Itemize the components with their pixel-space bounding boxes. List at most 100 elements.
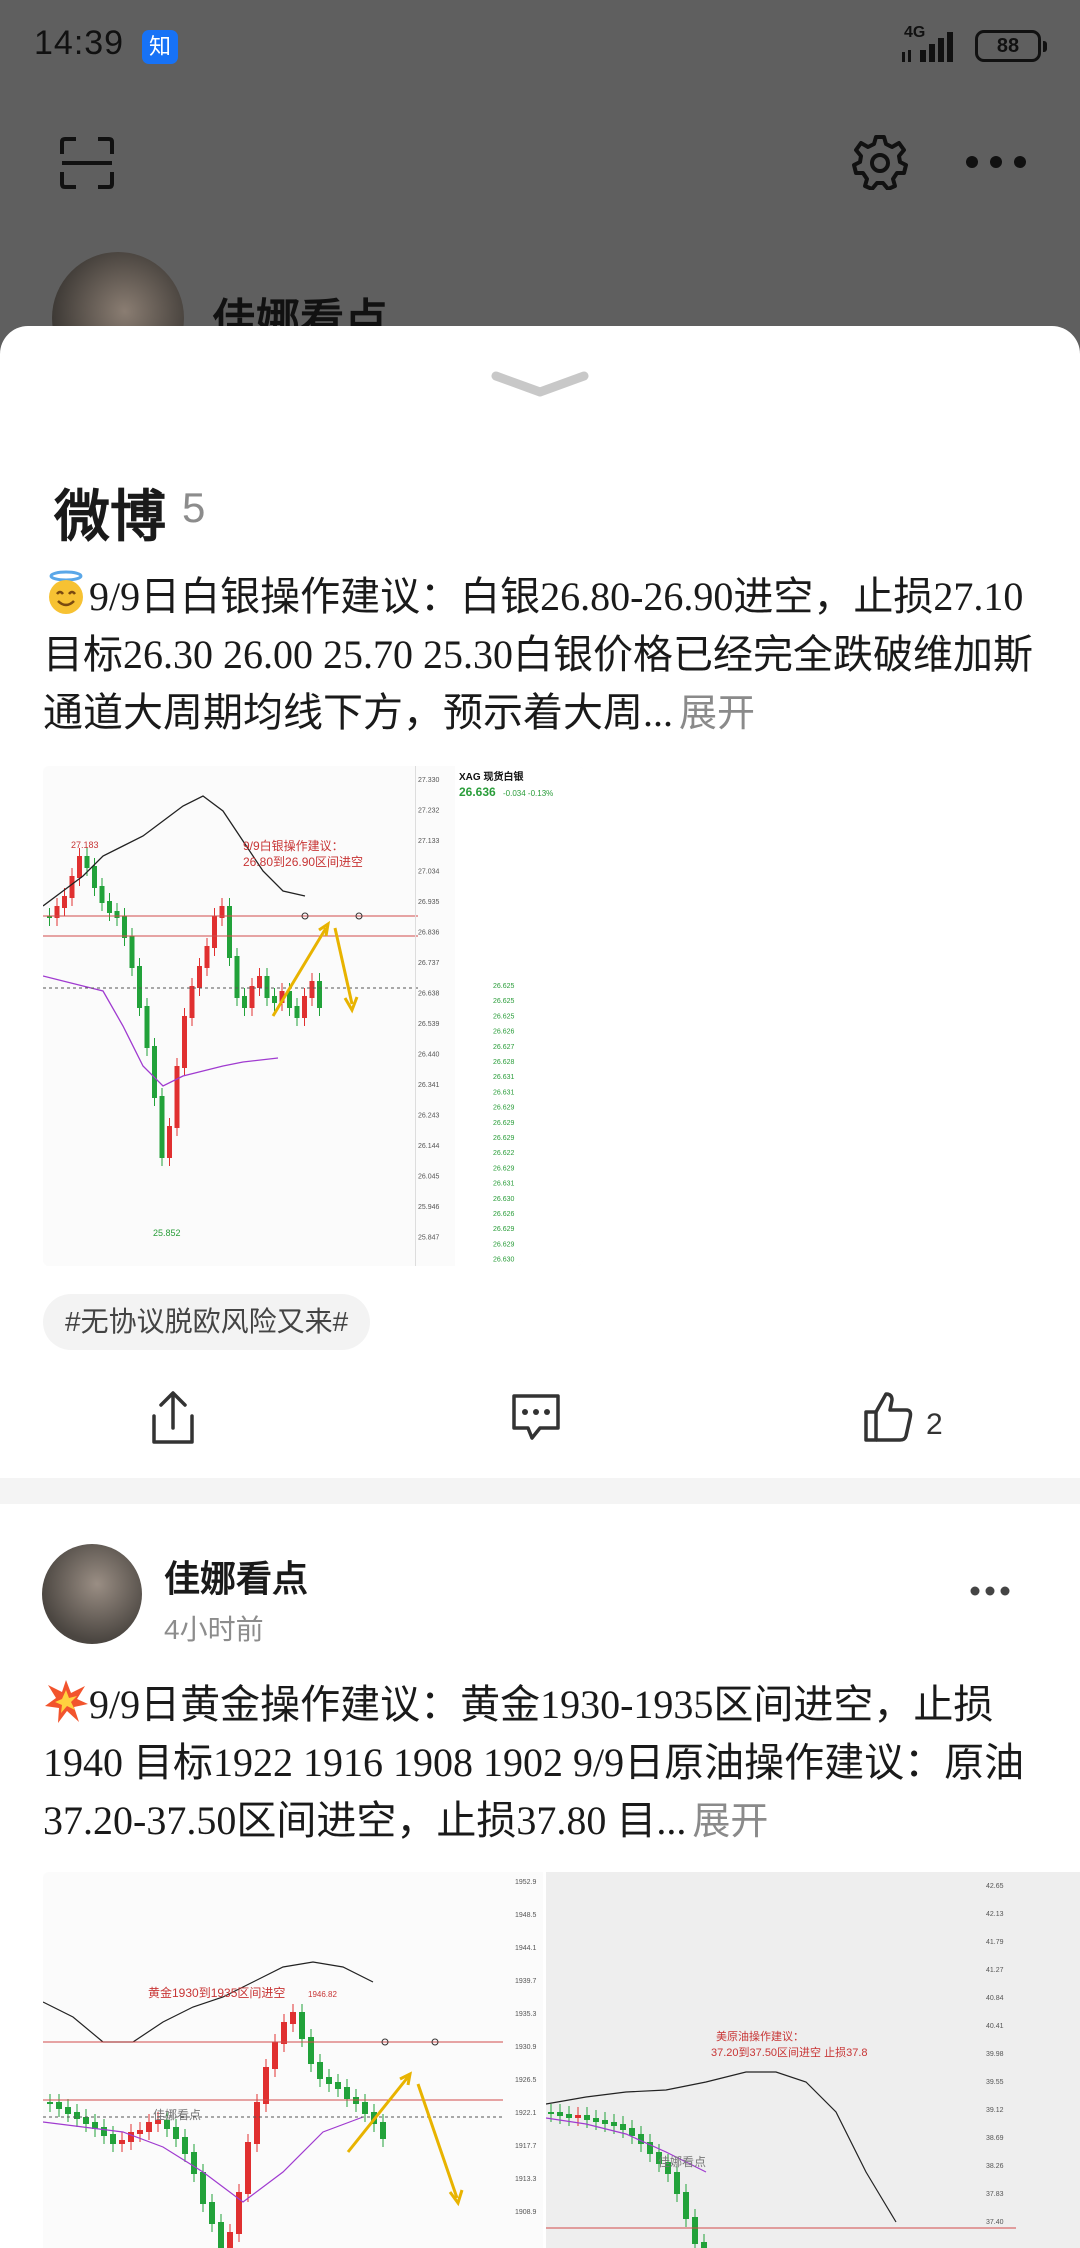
candle [263, 2067, 269, 2104]
quote-row: 26.629 [493, 1165, 515, 1172]
scan-icon[interactable] [58, 136, 116, 190]
candle [362, 2102, 368, 2114]
candle [620, 2124, 626, 2130]
share-button[interactable] [148, 1388, 198, 1464]
author-name[interactable]: 佳娜看点 [164, 1550, 308, 1602]
candle [380, 2122, 386, 2139]
candle [575, 2115, 581, 2118]
candle [174, 1066, 180, 1128]
collapse-chevron-icon[interactable] [490, 368, 590, 398]
candle [611, 2122, 617, 2126]
candle [114, 911, 120, 918]
axis-tick-label: 1952.9 [515, 1879, 537, 1886]
candle [92, 866, 97, 888]
axis-tick-label: 1922.1 [515, 2110, 537, 2117]
quote-row: 26.625 [493, 1013, 515, 1020]
chart-annotation: 美原油操作建议： [716, 2029, 804, 2043]
topic-tag[interactable]: #无协议脱欧风险又来# [43, 1294, 371, 1350]
candle [101, 2127, 107, 2136]
candle [83, 2117, 89, 2124]
candle [249, 986, 255, 1008]
axis-tick-label: 37.40 [986, 2219, 1004, 2226]
post-more-icon[interactable] [970, 1584, 1010, 1598]
axis-tick-label: 39.55 [986, 2079, 1004, 2086]
candle [84, 856, 90, 868]
quote-price: 26.636 [459, 785, 496, 799]
candle [629, 2128, 635, 2136]
candle [137, 966, 142, 1008]
candle [69, 876, 75, 898]
axis-tick-label: 26.836 [418, 930, 440, 937]
candle [144, 1006, 150, 1048]
chart-annotation: 26.80到26.90区间进空 [243, 855, 363, 869]
post-time: 4小时前 [164, 1614, 264, 1645]
candle [146, 2122, 152, 2132]
chart-annotation: 黄金1930到1935区间进空 [148, 1985, 285, 2000]
candle [308, 2037, 314, 2064]
candle [167, 1126, 172, 1158]
candle [272, 2042, 278, 2069]
like-button[interactable]: 2 [862, 1388, 972, 1464]
chart-high-label: 27.183 [71, 840, 99, 850]
candle [335, 2082, 341, 2089]
silver-chart-image[interactable]: 9/9白银操作建议： 26.80到26.90区间进空 27.183 25.852… [43, 766, 583, 1266]
candle [701, 2242, 707, 2248]
axis-tick-label: 1913.3 [515, 2176, 537, 2183]
section-title: 微博 [54, 485, 166, 548]
candle [65, 2107, 71, 2114]
gear-icon[interactable] [852, 134, 908, 190]
thumbs-up-icon [864, 1392, 913, 1442]
candle [692, 2217, 698, 2244]
candle [593, 2118, 599, 2122]
quote-row: 26.626 [493, 1029, 515, 1036]
candle [299, 2012, 305, 2039]
candle [204, 946, 210, 968]
comment-button[interactable] [508, 1388, 564, 1464]
axis-tick-label: 38.26 [986, 2163, 1004, 2170]
quote-row: 26.631 [493, 1089, 515, 1096]
axis-tick-label: 27.232 [418, 808, 440, 815]
candle [173, 2127, 179, 2139]
expand-link[interactable]: 展开 [692, 1801, 768, 1843]
candle [200, 2172, 206, 2204]
post-text[interactable]: 9/9日黄金操作建议：黄金1930-1935区间进空，止损1940 目标1922… [43, 1676, 1043, 1851]
quote-row: 26.627 [493, 1044, 515, 1051]
signal-strength-icon [902, 32, 953, 62]
candle [74, 2112, 80, 2119]
comment-icon [512, 1394, 560, 1440]
candle [128, 2132, 134, 2142]
axis-tick-label: 26.341 [418, 1082, 440, 1089]
more-options-icon[interactable] [964, 150, 1028, 174]
candle [209, 2202, 215, 2224]
status-time: 14:39 [34, 24, 125, 62]
candle [257, 976, 262, 988]
axis-tick-label: 27.034 [418, 869, 440, 876]
candle [281, 2022, 287, 2044]
gold-chart-image[interactable]: 黄金1930到1935区间进空 1946.82 佳娜看点 1952.9 1948.… [43, 1872, 543, 2248]
axis-tick-label: 1908.9 [515, 2209, 537, 2216]
candle [683, 2192, 689, 2219]
axis-tick-label: 26.045 [418, 1174, 440, 1181]
candle [152, 1046, 157, 1098]
candle [99, 886, 105, 903]
axis-tick-label: 1935.3 [515, 2011, 537, 2018]
candle [182, 2137, 188, 2154]
candle [110, 2134, 116, 2144]
author-avatar[interactable] [42, 1544, 142, 1644]
axis-tick-label: 42.65 [986, 1883, 1004, 1890]
axis-tick-label: 1930.9 [515, 2044, 537, 2051]
expand-link[interactable]: 展开 [679, 693, 755, 735]
candle [189, 986, 195, 1018]
oil-chart-image[interactable]: 美原油操作建议： 37.20到37.50区间进空 止损37.8 佳娜看点 42.… [546, 1872, 1080, 2248]
candle [234, 956, 240, 998]
candle [77, 856, 82, 878]
candle [119, 2140, 125, 2144]
candle [182, 1016, 187, 1068]
post-text[interactable]: 9/9日白银操作建议：白银26.80-26.90进空，止损27.10 目标26.… [43, 568, 1043, 743]
chart-annotation: 37.20到37.50区间进空 止损37.8 [711, 2045, 868, 2059]
axis-tick-label: 26.935 [418, 899, 440, 906]
quote-row: 26.630 [493, 1196, 515, 1203]
quote-row: 26.631 [493, 1181, 515, 1188]
quote-row: 26.622 [493, 1150, 515, 1157]
candle [317, 981, 322, 1008]
